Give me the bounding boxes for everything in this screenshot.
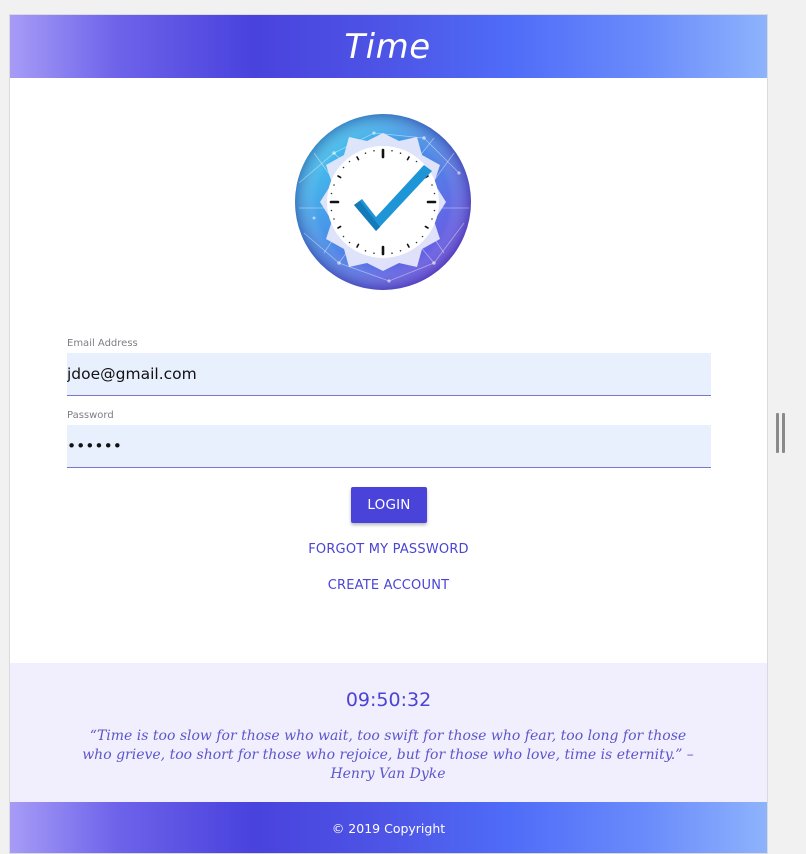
current-time: 09:50:32 [345, 689, 432, 711]
email-label: Email Address [67, 338, 138, 349]
login-card: Time Email Address jdoe@gmail.com Passwo… [9, 14, 768, 854]
quote-text: “Time is too slow for those who wait, to… [82, 728, 694, 782]
app-footer: © 2019 Copyright [10, 802, 767, 853]
copyright-text: © 2019 Copyright [331, 820, 446, 836]
password-label: Password [67, 410, 114, 421]
forgot-password-link[interactable]: FORGOT MY PASSWORD [10, 542, 767, 557]
clock-checkmark-globe-icon [294, 113, 472, 291]
login-button[interactable]: LOGIN [351, 487, 427, 523]
splitter-handle-icon[interactable] [776, 413, 786, 453]
create-account-link[interactable]: CREATE ACCOUNT [10, 578, 767, 593]
password-field[interactable] [67, 425, 711, 468]
app-title: Time [344, 26, 431, 67]
app-header: Time [10, 15, 767, 78]
email-field[interactable] [67, 353, 711, 396]
